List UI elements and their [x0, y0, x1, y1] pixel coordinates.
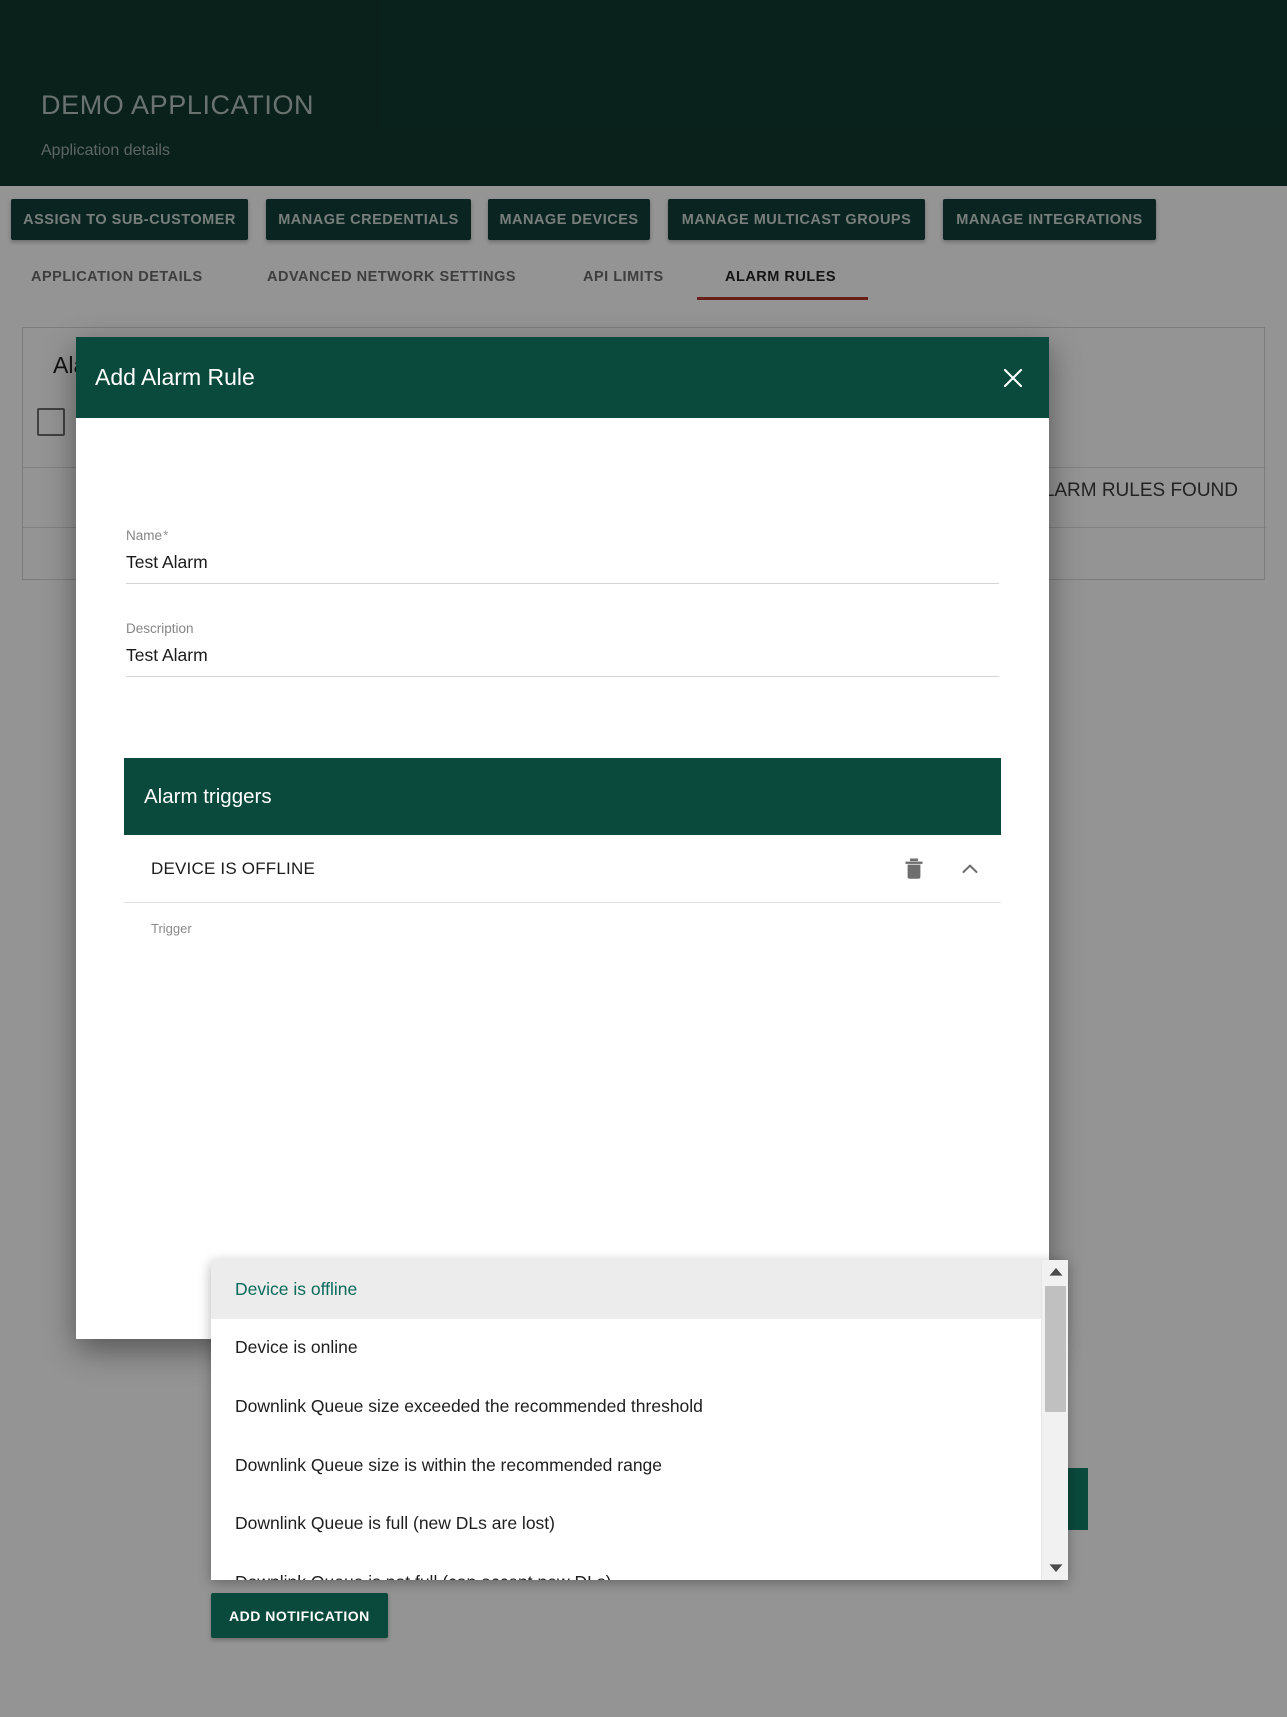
trigger-row-label: DEVICE IS OFFLINE [151, 858, 315, 878]
trash-icon[interactable] [897, 852, 931, 886]
description-field-label: Description [126, 621, 194, 636]
trigger-options-dropdown: Device is offline Device is online Downlin… [211, 1260, 1068, 1580]
scroll-down-arrow-icon[interactable] [1042, 1556, 1068, 1580]
close-icon[interactable] [998, 363, 1028, 393]
name-field-label: Name * [126, 528, 169, 543]
name-input[interactable]: Test Alarm [126, 552, 999, 584]
alarm-triggers-title: Alarm triggers [124, 758, 1001, 835]
dropdown-option[interactable]: Device is offline [211, 1260, 1041, 1319]
dropdown-option[interactable]: Downlink Queue is full (new DLs are lost… [211, 1494, 1041, 1553]
dialog-title: Add Alarm Rule [95, 364, 255, 390]
dropdown-scrollbar-thumb[interactable] [1045, 1286, 1066, 1412]
add-alarm-rule-dialog: Add Alarm Rule Name * Test Alarm Descrip… [76, 337, 1088, 1638]
name-field-group: Name * Test Alarm [126, 528, 999, 584]
dropdown-scrollbar[interactable] [1041, 1260, 1068, 1580]
dropdown-option[interactable]: Device is online [211, 1319, 1041, 1378]
dropdown-option-list: Device is offline Device is online Downlin… [211, 1260, 1041, 1580]
description-input[interactable]: Test Alarm [126, 645, 999, 677]
trigger-body: Trigger [124, 903, 1001, 1023]
scroll-up-arrow-icon[interactable] [1042, 1260, 1068, 1284]
dropdown-option[interactable]: Downlink Queue size is within the recomm… [211, 1436, 1041, 1495]
add-notification-button[interactable]: ADD NOTIFICATION [211, 1593, 388, 1638]
dialog-header: Add Alarm Rule [76, 337, 1049, 418]
dropdown-option[interactable]: Downlink Queue is not full (can accept n… [211, 1553, 1041, 1580]
trigger-select-label: Trigger [151, 921, 192, 936]
dropdown-option[interactable]: Downlink Queue size exceeded the recomme… [211, 1377, 1041, 1436]
description-field-group: Description Test Alarm [126, 621, 999, 677]
dialog-body: Name * Test Alarm Description Test Alarm… [76, 418, 1088, 1638]
chevron-up-icon[interactable] [953, 852, 987, 886]
trigger-row[interactable]: DEVICE IS OFFLINE [124, 835, 1001, 903]
alarm-triggers-card: Alarm triggers DEVICE IS OFFLINE Trigger [124, 758, 1001, 1023]
trigger-row-actions [897, 835, 987, 903]
